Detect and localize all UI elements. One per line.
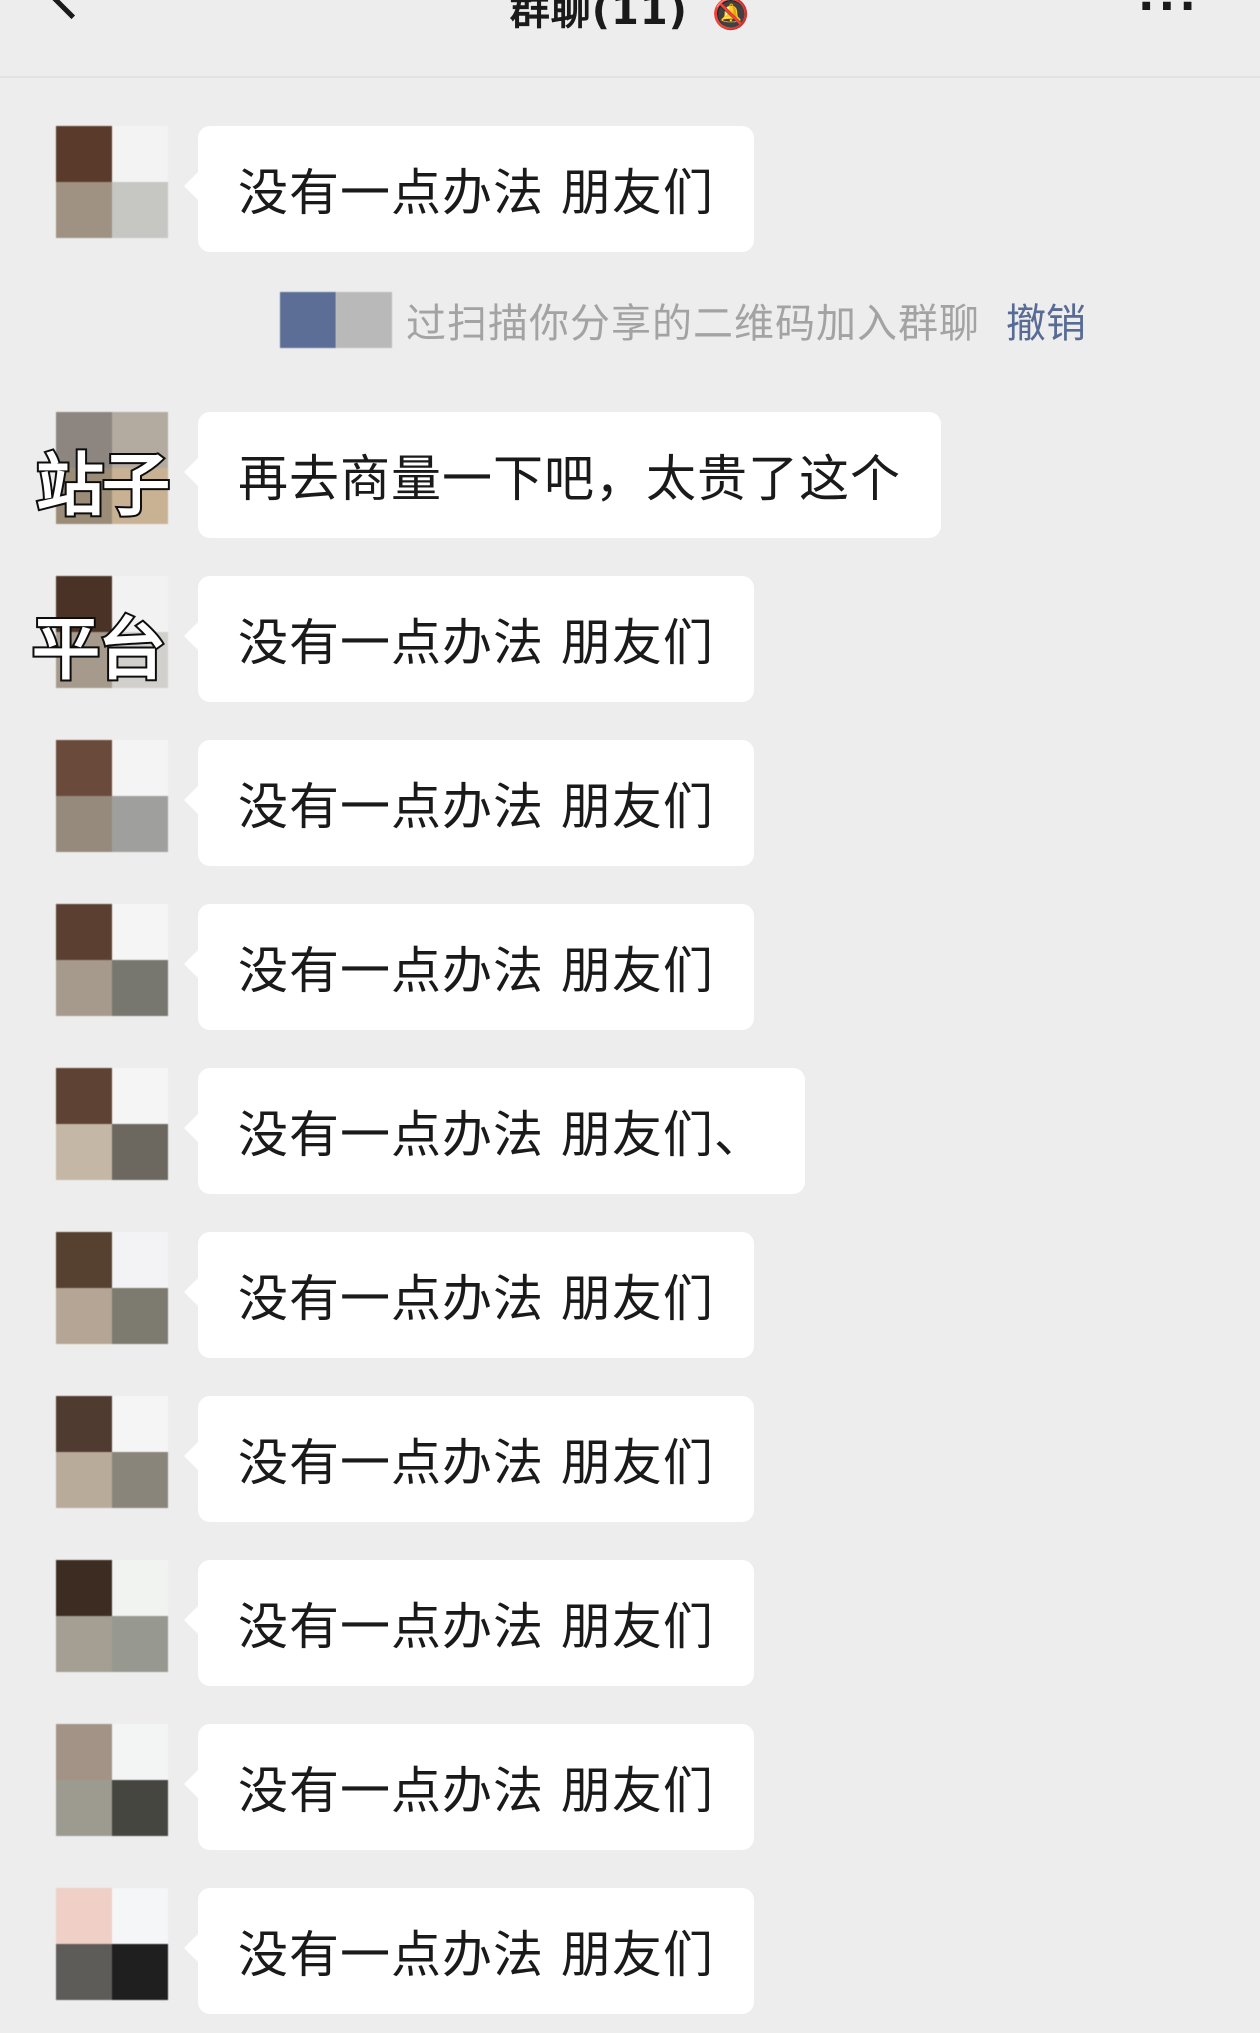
message-bubble[interactable]: 没有一点办法 朋友们 xyxy=(184,740,754,866)
message-bubble[interactable]: 没有一点办法 朋友们 xyxy=(184,1888,754,2014)
avatar-pixel xyxy=(56,1124,112,1180)
message-row: 没有一点办法 朋友们 xyxy=(0,1396,1260,1524)
avatar-pixel xyxy=(112,1780,168,1836)
message-bubble[interactable]: 没有一点办法 朋友们、 xyxy=(184,1068,805,1194)
system-notice-avatar-left xyxy=(280,292,336,348)
message-row: 没有一点办法 朋友们 xyxy=(0,740,1260,868)
message-row: 没有一点办法 朋友们、 xyxy=(0,1068,1260,1196)
message-row: 站子 再去商量一下吧，太贵了这个 xyxy=(0,412,1260,540)
avatar-pixel xyxy=(56,1396,112,1452)
message-row: 平台 没有一点办法 朋友们 xyxy=(0,576,1260,704)
avatar-pixel xyxy=(112,182,168,238)
more-dots-icon[interactable]: ... xyxy=(1138,0,1200,21)
avatar[interactable] xyxy=(56,126,168,238)
chat-title: 群聊(11) 🔕 xyxy=(0,0,1260,36)
avatar-pixel xyxy=(112,1124,168,1180)
avatar-pixel xyxy=(56,1724,112,1780)
avatar-pixel xyxy=(56,1780,112,1836)
avatar-pixel xyxy=(56,126,112,182)
avatar[interactable] xyxy=(56,1888,168,2000)
message-bubble[interactable]: 没有一点办法 朋友们 xyxy=(184,904,754,1030)
avatar-pixel xyxy=(56,740,112,796)
revoke-link[interactable]: 撤销 xyxy=(1006,291,1086,349)
avatar[interactable] xyxy=(56,904,168,1016)
avatar-pixel xyxy=(112,904,168,960)
avatar-overlay-label: 站子 xyxy=(34,445,172,528)
avatar-pixel xyxy=(56,1288,112,1344)
avatar-pixel xyxy=(56,1232,112,1288)
avatar-pixel xyxy=(56,182,112,238)
message-bubble[interactable]: 没有一点办法 朋友们 xyxy=(184,576,754,702)
system-notice-text: 过扫描你分享的二维码加入群聊 xyxy=(406,301,980,347)
avatar-pixel xyxy=(112,1232,168,1288)
avatar-pixel xyxy=(112,1452,168,1508)
message-bubble[interactable]: 没有一点办法 朋友们 xyxy=(184,1560,754,1686)
avatar[interactable] xyxy=(56,1396,168,1508)
avatar-pixel xyxy=(112,126,168,182)
avatar-pixel xyxy=(112,1944,168,2000)
mute-bell-icon: 🔕 xyxy=(711,0,751,32)
message-row: 没有一点办法 朋友们 xyxy=(0,1560,1260,1688)
avatar[interactable] xyxy=(56,1232,168,1344)
avatar-pixel xyxy=(56,1944,112,2000)
avatar-pixel xyxy=(112,1288,168,1344)
avatar-pixel xyxy=(56,904,112,960)
avatar-pixel xyxy=(56,1560,112,1616)
chat-title-text: 群聊(11) xyxy=(509,0,688,34)
message-bubble[interactable]: 没有一点办法 朋友们 xyxy=(184,1724,754,1850)
avatar-pixel xyxy=(56,1452,112,1508)
avatar[interactable] xyxy=(56,1724,168,1836)
avatar-pixel xyxy=(112,1560,168,1616)
message-bubble[interactable]: 再去商量一下吧，太贵了这个 xyxy=(184,412,941,538)
message-bubble[interactable]: 没有一点办法 朋友们 xyxy=(184,126,754,252)
avatar-pixel xyxy=(56,960,112,1016)
message-row: 没有一点办法 朋友们 xyxy=(0,126,1260,254)
avatar-pixel xyxy=(112,960,168,1016)
message-bubble[interactable]: 没有一点办法 朋友们 xyxy=(184,1396,754,1522)
navigation-bar: 群聊(11) 🔕 ... xyxy=(0,0,1260,78)
chat-screen: 群聊(11) 🔕 ... 没有一点办法 朋友们 过扫描你分享的二维码加入群聊 撤销… xyxy=(0,0,1260,2033)
avatar-pixel xyxy=(112,1616,168,1672)
avatar-pixel xyxy=(112,740,168,796)
avatar-pixel xyxy=(56,796,112,852)
avatar-pixel xyxy=(56,1888,112,1944)
message-bubble[interactable]: 没有一点办法 朋友们 xyxy=(184,1232,754,1358)
avatar[interactable] xyxy=(56,740,168,852)
message-row: 没有一点办法 朋友们 xyxy=(0,904,1260,1032)
avatar[interactable] xyxy=(56,1068,168,1180)
avatar-pixel xyxy=(112,796,168,852)
avatar-pixel xyxy=(112,1724,168,1780)
message-row: 没有一点办法 朋友们 xyxy=(0,1888,1260,2016)
system-notice-avatar-right xyxy=(336,292,392,348)
avatar-pixel xyxy=(56,1068,112,1124)
avatar[interactable] xyxy=(56,1560,168,1672)
message-row: 没有一点办法 朋友们 xyxy=(0,1232,1260,1360)
avatar-pixel xyxy=(112,1396,168,1452)
system-notice: 过扫描你分享的二维码加入群聊 撤销 xyxy=(280,290,1086,350)
message-row: 没有一点办法 朋友们 xyxy=(0,1724,1260,1852)
avatar-pixel xyxy=(112,1068,168,1124)
avatar-pixel xyxy=(112,1888,168,1944)
avatar-overlay-label: 平台 xyxy=(30,609,168,692)
avatar-pixel xyxy=(56,1616,112,1672)
